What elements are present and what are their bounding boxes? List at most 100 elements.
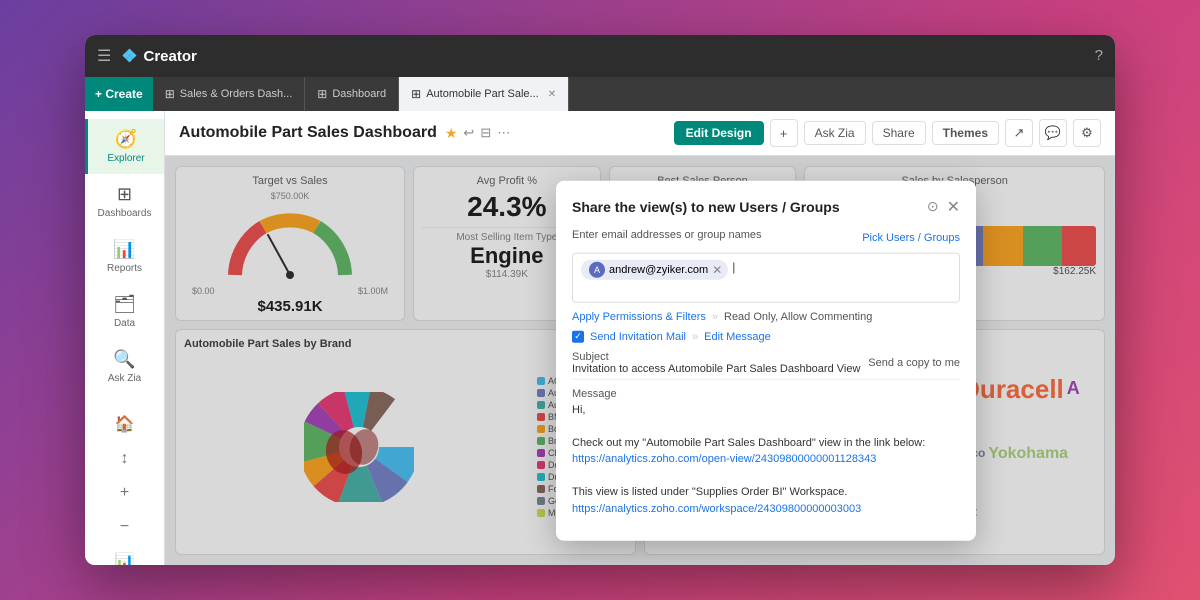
- ask-zia-button[interactable]: Ask Zia: [804, 121, 866, 145]
- perm-label: Read Only, Allow Commenting: [724, 310, 872, 322]
- sidebar: 🧭 Explorer ⊞ Dashboards 📊 Reports 🗂 Data…: [85, 111, 165, 565]
- tab-icon-3: ⊞: [411, 87, 421, 101]
- modal-title: Share the view(s) to new Users / Groups: [572, 198, 840, 214]
- message-line-4: This view is listed under "Supplies Orde…: [572, 484, 960, 501]
- sidebar-item-explorer[interactable]: 🧭 Explorer: [85, 119, 164, 174]
- undo-icon[interactable]: ↩: [463, 125, 474, 141]
- gear-icon[interactable]: ⚙: [1073, 119, 1101, 147]
- email-tag-close[interactable]: ✕: [712, 262, 722, 276]
- share-modal: Share the view(s) to new Users / Groups …: [556, 180, 976, 541]
- tab-icon-2: ⊞: [317, 87, 327, 101]
- main-area: 🧭 Explorer ⊞ Dashboards 📊 Reports 🗂 Data…: [85, 111, 1115, 565]
- tab-icon-1: ⊞: [165, 87, 175, 101]
- header-actions: Edit Design + Ask Zia Share Themes ↗ 💬 ⚙: [674, 119, 1101, 147]
- sidebar-nav-resize[interactable]: ↕: [85, 442, 164, 476]
- modal-header-icons: ⊙ ✕: [927, 196, 960, 216]
- message-label: Message: [572, 387, 960, 399]
- tab-close-icon[interactable]: ✕: [548, 89, 556, 100]
- send-invitation-label[interactable]: Send Invitation Mail: [590, 330, 686, 342]
- star-icon[interactable]: ★: [445, 125, 458, 142]
- email-cursor: |: [732, 259, 735, 273]
- sidebar-item-dashboards[interactable]: ⊞ Dashboards: [85, 174, 164, 229]
- tabs: ⊞ Sales & Orders Dash... ⊞ Dashboard ⊞ A…: [153, 77, 569, 111]
- themes-button[interactable]: Themes: [932, 121, 999, 145]
- sidebar-item-reports[interactable]: 📊 Reports: [85, 229, 164, 284]
- sidebar-item-data[interactable]: 🗂 Data: [85, 284, 164, 339]
- add-button[interactable]: +: [770, 119, 798, 147]
- sidebar-label-explorer: Explorer: [107, 153, 144, 164]
- create-button[interactable]: + Create: [85, 77, 153, 111]
- message-line-2: Check out my "Automobile Part Sales Dash…: [572, 434, 960, 451]
- resize-icon: ↕: [121, 450, 129, 468]
- dashboards-icon: ⊞: [117, 184, 132, 205]
- header-icons: ★ ↩ ⊟ ⋯: [445, 125, 510, 142]
- plus-icon: +: [120, 484, 129, 502]
- pick-users-link[interactable]: Pick Users / Groups: [862, 231, 960, 243]
- send-invitation-checkbox[interactable]: ✓: [572, 330, 584, 342]
- check-mark: ✓: [574, 331, 582, 342]
- apply-permissions-link[interactable]: Apply Permissions & Filters: [572, 310, 706, 322]
- send-copy-label[interactable]: Send a copy to me: [868, 356, 960, 368]
- sidebar-nav-home[interactable]: 🏠: [85, 406, 164, 442]
- permissions-row: Apply Permissions & Filters » Read Only,…: [572, 310, 960, 322]
- modal-header: Share the view(s) to new Users / Groups …: [572, 196, 960, 216]
- tab-automobile[interactable]: ⊞ Automobile Part Sale... ✕: [399, 77, 569, 111]
- subject-label: Subject: [572, 350, 868, 362]
- dashboard-area: Automobile Part Sales Dashboard ★ ↩ ⊟ ⋯ …: [165, 111, 1115, 565]
- explorer-icon: 🧭: [115, 129, 137, 150]
- subject-row: Subject Invitation to access Automobile …: [572, 350, 960, 379]
- perm-separator: »: [712, 310, 718, 322]
- app-title: Creator: [143, 48, 196, 65]
- sidebar-label-reports: Reports: [107, 263, 142, 274]
- subject-field: Subject Invitation to access Automobile …: [572, 350, 960, 379]
- ask-zia-icon: 🔍: [113, 349, 135, 370]
- export-icon[interactable]: ↗: [1005, 119, 1033, 147]
- top-bar-right: ?: [1095, 47, 1103, 65]
- send-invitation-row: ✓ Send Invitation Mail » Edit Message: [572, 330, 960, 342]
- sidebar-bottom: 📊 Data Sources ⚙ Settings 🗑 Trash: [94, 544, 155, 565]
- dashboard-header: Automobile Part Sales Dashboard ★ ↩ ⊟ ⋯ …: [165, 111, 1115, 156]
- email-label: Enter email addresses or group names: [572, 228, 762, 240]
- dashboard-content: Target vs Sales $750.00K: [165, 156, 1115, 565]
- email-input-area[interactable]: A andrew@zyiker.com ✕ |: [572, 252, 960, 302]
- message-line-1: Hi,: [572, 401, 960, 418]
- subject-value: Invitation to access Automobile Part Sal…: [572, 362, 868, 374]
- email-tag: A andrew@zyiker.com ✕: [581, 259, 728, 279]
- tab-bar: + Create ⊞ Sales & Orders Dash... ⊞ Dash…: [85, 77, 1115, 111]
- sidebar-nav-plus[interactable]: +: [85, 476, 164, 510]
- help-icon[interactable]: ?: [1095, 47, 1103, 64]
- edit-design-button[interactable]: Edit Design: [674, 121, 764, 145]
- logo-icon: ❖: [121, 46, 137, 67]
- tab-dashboard[interactable]: ⊞ Dashboard: [305, 77, 399, 111]
- subject-content: Subject Invitation to access Automobile …: [572, 350, 868, 374]
- hamburger-icon[interactable]: ☰: [97, 46, 111, 66]
- message-line-3: https://analytics.zoho.com/open-view/243…: [572, 451, 960, 468]
- sidebar-item-datasources[interactable]: 📊 Data Sources: [94, 544, 155, 565]
- sidebar-item-ask-zia[interactable]: 🔍 Ask Zia: [85, 339, 164, 394]
- more-icon[interactable]: ⋯: [497, 125, 510, 141]
- grid-icon[interactable]: ⊟: [480, 125, 491, 141]
- sidebar-label-data: Data: [114, 318, 135, 329]
- edit-message-link[interactable]: Edit Message: [704, 330, 771, 342]
- message-line-5: https://analytics.zoho.com/workspace/243…: [572, 500, 960, 517]
- comment-icon[interactable]: 💬: [1039, 119, 1067, 147]
- app-window: ☰ ❖ Creator ? + Create ⊞ Sales & Orders …: [85, 35, 1115, 565]
- modal-close-button[interactable]: ✕: [947, 196, 960, 216]
- sidebar-label-ask-zia: Ask Zia: [108, 373, 141, 384]
- top-bar: ☰ ❖ Creator ?: [85, 35, 1115, 77]
- email-label-row: Enter email addresses or group names Pic…: [572, 228, 960, 246]
- message-content: Hi, Check out my "Automobile Part Sales …: [572, 401, 960, 517]
- email-tag-icon: A: [589, 261, 605, 277]
- data-icon: 🗂: [113, 294, 136, 315]
- share-button[interactable]: Share: [872, 121, 926, 145]
- datasources-icon: 📊: [115, 552, 135, 565]
- dashboard-title: Automobile Part Sales Dashboard: [179, 124, 437, 142]
- modal-help-icon[interactable]: ⊙: [927, 198, 939, 215]
- logo-area: ❖ Creator: [121, 46, 197, 67]
- home-icon: 🏠: [115, 414, 135, 434]
- send-sep: »: [692, 330, 698, 342]
- sidebar-label-dashboards: Dashboards: [98, 208, 152, 219]
- tab-sales-orders[interactable]: ⊞ Sales & Orders Dash...: [153, 77, 306, 111]
- sidebar-nav-minus[interactable]: −: [85, 510, 164, 544]
- message-field: Message Hi, Check out my "Automobile Par…: [572, 387, 960, 517]
